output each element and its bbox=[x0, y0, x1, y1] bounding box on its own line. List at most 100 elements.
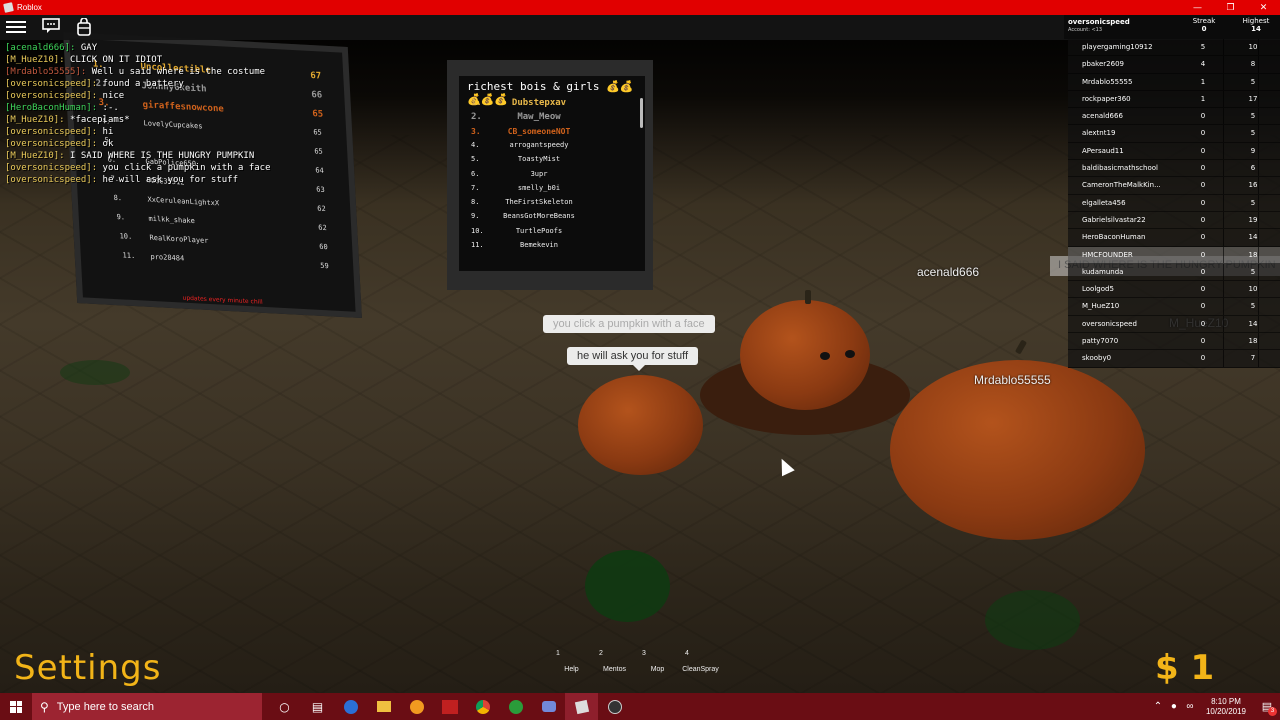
leaderboard-name: Gabrielsilvastar22 bbox=[1082, 215, 1146, 224]
leaderboard-row[interactable]: elgalleta456 0 5 bbox=[1068, 194, 1280, 212]
leaderboard-row[interactable]: patty7070 0 18 bbox=[1068, 333, 1280, 351]
hotbar-slot-help[interactable]: 1 Help bbox=[550, 650, 593, 680]
leaderboard-row[interactable]: kudamunda 0 5 bbox=[1068, 263, 1280, 282]
slot-number: 2 bbox=[599, 650, 603, 657]
board-scrollbar bbox=[640, 98, 643, 128]
leaderboard-row[interactable]: M_HueZ10 0 5 bbox=[1068, 298, 1280, 316]
browser-icon[interactable] bbox=[334, 693, 367, 720]
column-divider bbox=[1223, 56, 1224, 73]
leaderboard-row[interactable]: CameronTheMalkKin... 0 16 bbox=[1068, 177, 1280, 195]
chat-sender[interactable]: [Mrdablo55555]: bbox=[5, 67, 86, 77]
backpack-icon[interactable] bbox=[76, 17, 96, 36]
discord-icon[interactable] bbox=[532, 693, 565, 720]
leaderboard-row[interactable]: HeroBaconHuman 0 14 bbox=[1068, 229, 1280, 247]
hotbar-slot-cleanspray[interactable]: 4 CleanSpray bbox=[679, 650, 722, 680]
board-name: RealKoroPlayer bbox=[149, 233, 209, 245]
chat-sender[interactable]: [oversonicspeed]: bbox=[5, 175, 97, 185]
pumpkin[interactable] bbox=[578, 375, 703, 475]
clock[interactable]: 8:10 PM 10/20/2019 bbox=[1198, 697, 1254, 717]
chat-sender[interactable]: [oversonicspeed]: bbox=[5, 91, 97, 101]
streak-column: Streak 0 bbox=[1184, 17, 1224, 33]
video-app-icon[interactable] bbox=[433, 693, 466, 720]
obs-icon[interactable] bbox=[598, 693, 631, 720]
pumpkin-eye bbox=[845, 350, 855, 358]
restore-button[interactable]: ❐ bbox=[1214, 0, 1247, 15]
hotbar-slot-mop[interactable]: 3 Mop bbox=[636, 650, 679, 680]
settings-button[interactable]: Settings bbox=[14, 648, 161, 688]
chat-bubble: he will ask you for stuff bbox=[567, 347, 699, 371]
file-explorer-icon[interactable] bbox=[367, 693, 400, 720]
chat-sender[interactable]: [HeroBaconHuman]: bbox=[5, 103, 97, 113]
richest-row: 6.3upr$30361 bbox=[459, 170, 645, 180]
richest-row: 1.Dubstepxav$95921 bbox=[459, 98, 645, 108]
chat-sender[interactable]: [M_HueZ10]: bbox=[5, 55, 65, 65]
column-divider bbox=[1258, 73, 1259, 90]
leaderboard-streak: 0 bbox=[1200, 198, 1206, 207]
chat-sender[interactable]: [oversonicspeed]: bbox=[5, 163, 97, 173]
chat-sender[interactable]: [oversonicspeed]: bbox=[5, 127, 97, 137]
board-rank: 9. bbox=[116, 212, 126, 222]
notification-icon[interactable]: ▤ 3 bbox=[1254, 700, 1280, 716]
leaderboard-streak: 0 bbox=[1200, 129, 1206, 138]
chevron-up-icon[interactable]: ⌃ bbox=[1150, 701, 1166, 712]
task-view-icon[interactable]: ▤ bbox=[301, 693, 334, 720]
start-button[interactable] bbox=[0, 693, 32, 720]
leaderboard-row[interactable]: HMCFOUNDER 0 18 bbox=[1068, 246, 1280, 264]
chat-text: CLICK ON IT IDIOT bbox=[70, 55, 163, 65]
slot-number: 4 bbox=[685, 650, 689, 657]
pumpkin[interactable] bbox=[890, 360, 1145, 540]
minimize-button[interactable]: — bbox=[1181, 0, 1214, 15]
richest-row: 11.Bemekevin$22108 bbox=[459, 241, 645, 251]
chat-sender[interactable]: [M_HueZ10]: bbox=[5, 115, 65, 125]
roblox-taskbar-icon[interactable] bbox=[565, 693, 598, 720]
chat-message: [oversonicspeed]: you click a pumpkin wi… bbox=[5, 162, 305, 174]
menu-icon[interactable] bbox=[6, 18, 26, 36]
hotbar: 1 Help 2 Mentos 3 Mop 4 CleanSpray bbox=[550, 650, 722, 680]
xbox-icon[interactable] bbox=[499, 693, 532, 720]
hotbar-slot-mentos[interactable]: 2 Mentos bbox=[593, 650, 636, 680]
leaderboard-row[interactable]: Loolgod5 0 10 bbox=[1068, 281, 1280, 299]
leaderboard-row[interactable]: Mrdablo55555 1 5 bbox=[1068, 73, 1280, 91]
richest-name: TurtlePoofs bbox=[515, 226, 563, 235]
local-streak: 0 bbox=[1201, 25, 1207, 33]
leaderboard-row[interactable]: baldibasicmathschool 0 6 bbox=[1068, 160, 1280, 178]
leaderboard-streak: 0 bbox=[1200, 285, 1206, 294]
cortana-icon[interactable]: ○ bbox=[268, 693, 301, 720]
leaderboard-row[interactable]: rockpaper360 1 17 bbox=[1068, 90, 1280, 109]
chat-icon[interactable] bbox=[42, 18, 62, 36]
leaderboard-row[interactable]: acenald666 0 5 bbox=[1068, 108, 1280, 126]
richest-name: Maw_Meow bbox=[517, 112, 561, 123]
leaderboard-row[interactable]: Gabrielsilvastar22 0 19 bbox=[1068, 211, 1280, 230]
leaderboard-row[interactable]: skooby0 0 7 bbox=[1068, 350, 1280, 368]
leaderboard-row[interactable]: alextnt19 0 5 bbox=[1068, 125, 1280, 143]
chat-sender[interactable]: [M_HueZ10]: bbox=[5, 151, 65, 161]
chrome-icon[interactable] bbox=[466, 693, 499, 720]
column-divider bbox=[1258, 39, 1259, 56]
streak-header: Streak bbox=[1192, 17, 1216, 25]
leaderboard-row[interactable]: APersaud11 0 9 bbox=[1068, 142, 1280, 161]
pumpkin-eye bbox=[820, 352, 830, 360]
clock-date: 10/20/2019 bbox=[1205, 706, 1246, 716]
leaderboard-row[interactable]: oversonicspeed 0 14 bbox=[1068, 315, 1280, 334]
leaderboard-row[interactable]: pbaker2609 4 8 bbox=[1068, 56, 1280, 74]
leaderboard-streak: 0 bbox=[1200, 250, 1206, 259]
vpn-icon[interactable] bbox=[400, 693, 433, 720]
microphone-icon[interactable]: ● bbox=[1166, 701, 1182, 712]
close-button[interactable]: ✕ bbox=[1247, 0, 1280, 15]
bubble-tail bbox=[633, 365, 645, 371]
taskbar-search[interactable]: ⚲ Type here to search bbox=[32, 693, 262, 720]
green-mat bbox=[585, 550, 670, 622]
board-score: 65 bbox=[313, 128, 322, 137]
leaderboard-row[interactable]: playergaming10912 5 10 bbox=[1068, 39, 1280, 57]
column-divider bbox=[1258, 142, 1259, 160]
chat-sender[interactable]: [acenald666]: bbox=[5, 43, 75, 53]
chat-message: [oversonicspeed]: found a battery bbox=[5, 78, 305, 90]
column-divider bbox=[1258, 56, 1259, 73]
game-viewport[interactable]: 1. Uncollectible 67 2. Johnny6keith 66 3. giraf… bbox=[0, 15, 1280, 693]
richest-rank: 3. bbox=[471, 126, 481, 136]
column-divider bbox=[1223, 211, 1224, 229]
network-icon[interactable]: ∞ bbox=[1182, 701, 1198, 712]
chat-sender[interactable]: [oversonicspeed]: bbox=[5, 79, 97, 89]
chat-sender[interactable]: [oversonicspeed]: bbox=[5, 139, 97, 149]
richest-rank: 1. bbox=[471, 98, 482, 108]
